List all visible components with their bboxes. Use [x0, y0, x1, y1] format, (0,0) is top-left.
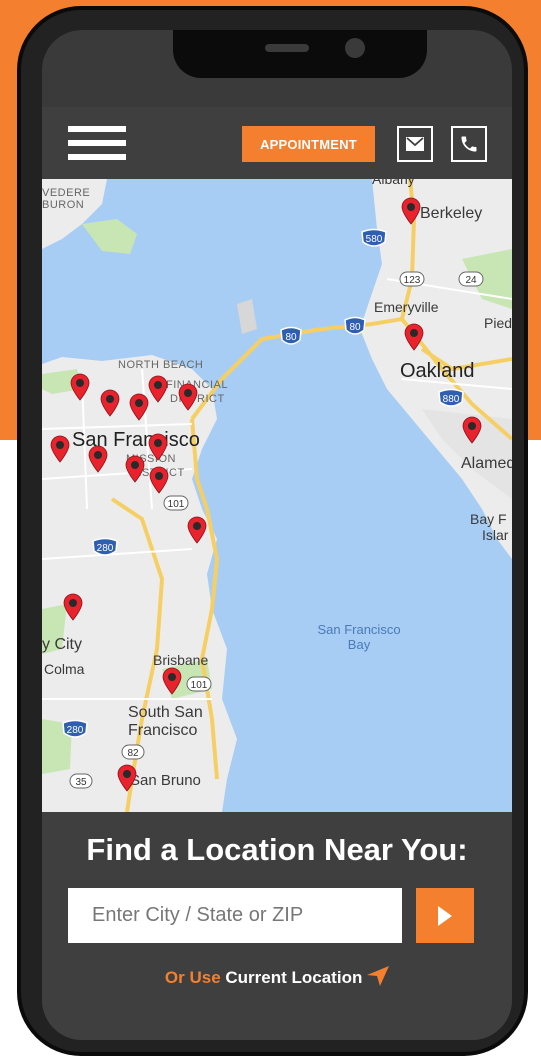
map-label-daly-city: y City	[42, 636, 82, 653]
map-label-albany: Albany	[372, 179, 415, 187]
map-label-sf-bay: San Francisco Bay	[317, 622, 401, 652]
map-pin-icon[interactable]	[129, 393, 149, 421]
map-pin-icon[interactable]	[148, 433, 168, 461]
map-label-south-sf: South San	[128, 704, 203, 721]
state-route-shield-icon: 123	[399, 271, 425, 287]
interstate-shield-icon: 880	[438, 388, 464, 407]
map-pin-icon[interactable]	[117, 764, 137, 792]
hamburger-menu-icon[interactable]	[68, 126, 126, 162]
interstate-shield-icon: 580	[361, 228, 387, 247]
phone-screen: APPOINTMENT VEDERE BURON Albany Berkeley…	[42, 30, 512, 1040]
interstate-shield-icon: 280	[62, 719, 88, 738]
appointment-button[interactable]: APPOINTMENT	[242, 126, 375, 162]
map-pin-icon[interactable]	[462, 416, 482, 444]
svg-text:80: 80	[285, 332, 297, 343]
state-route-shield-icon: 35	[69, 773, 93, 789]
svg-text:580: 580	[366, 234, 383, 245]
map-pin-icon[interactable]	[401, 197, 421, 225]
search-go-button[interactable]	[416, 888, 474, 943]
map-base	[42, 179, 512, 812]
map-label-emeryville: Emeryville	[374, 299, 439, 315]
map-label-brisbane: Brisbane	[153, 652, 209, 668]
svg-text:880: 880	[443, 394, 460, 405]
svg-text:101: 101	[191, 680, 208, 691]
front-camera	[345, 38, 365, 58]
finder-title: Find a Location Near You:	[86, 832, 468, 867]
interstate-shield-icon: 280	[92, 537, 118, 556]
map-label-bay-farm-2: Islar	[482, 527, 509, 543]
phone-notch	[173, 30, 427, 78]
map-pin-icon[interactable]	[100, 389, 120, 417]
play-arrow-icon	[438, 905, 452, 926]
map-label-san-bruno: San Bruno	[130, 772, 201, 789]
map-label-colma: Colma	[44, 661, 85, 677]
svg-text:24: 24	[465, 275, 477, 286]
location-finder: Find a Location Near You: Or Use Current…	[42, 812, 512, 1040]
map-label-buron: BURON	[42, 199, 85, 211]
us-route-shield-icon: 101	[186, 676, 212, 692]
speaker-grille	[265, 44, 309, 52]
map-label-berkeley: Berkeley	[420, 205, 483, 222]
map-label-piedmont: Pied	[484, 315, 512, 331]
use-current-location-link[interactable]: Or Use Current Location	[42, 966, 512, 988]
svg-text:123: 123	[404, 275, 421, 286]
map-pin-icon[interactable]	[149, 466, 169, 494]
envelope-icon	[406, 137, 424, 151]
map-label-north-beach: NORTH BEACH	[118, 359, 204, 371]
location-map[interactable]: VEDERE BURON Albany Berkeley Emeryville …	[42, 179, 512, 812]
map-pin-icon[interactable]	[404, 323, 424, 351]
header-bar: APPOINTMENT	[42, 107, 512, 179]
map-label-alameda: Alamed	[461, 455, 512, 472]
map-pin-icon[interactable]	[88, 445, 108, 473]
map-pin-icon[interactable]	[125, 455, 145, 483]
phone-button[interactable]	[451, 126, 487, 162]
svg-text:80: 80	[349, 322, 361, 333]
map-label-south-sf-2: Francisco	[128, 722, 198, 739]
phone-frame: APPOINTMENT VEDERE BURON Albany Berkeley…	[17, 6, 528, 1056]
map-label-belvedere: VEDERE	[42, 187, 91, 199]
map-pin-icon[interactable]	[178, 383, 198, 411]
map-pin-icon[interactable]	[70, 373, 90, 401]
svg-text:82: 82	[127, 748, 139, 759]
map-pin-icon[interactable]	[187, 516, 207, 544]
map-label-oakland: Oakland	[400, 360, 475, 382]
location-arrow-icon	[367, 966, 390, 986]
map-pin-icon[interactable]	[162, 667, 182, 695]
svg-text:280: 280	[97, 543, 114, 554]
email-button[interactable]	[397, 126, 433, 162]
phone-bezel: APPOINTMENT VEDERE BURON Albany Berkeley…	[21, 10, 524, 1052]
current-location-label: Current Location	[225, 968, 363, 987]
map-label-bay-farm: Bay F	[470, 511, 507, 527]
map-pin-icon[interactable]	[148, 375, 168, 403]
us-route-shield-icon: 101	[163, 495, 189, 511]
svg-text:101: 101	[168, 499, 185, 510]
interstate-shield-icon: 80	[344, 316, 366, 335]
state-route-shield-icon: 82	[121, 744, 145, 760]
or-use-label: Or Use	[164, 968, 221, 987]
phone-icon	[461, 136, 477, 152]
map-pin-icon[interactable]	[50, 435, 70, 463]
location-search-input[interactable]	[68, 888, 402, 943]
state-route-shield-icon: 24	[458, 271, 484, 287]
interstate-shield-icon: 80	[280, 326, 302, 345]
svg-text:35: 35	[75, 777, 87, 788]
svg-text:280: 280	[67, 725, 84, 736]
map-pin-icon[interactable]	[63, 593, 83, 621]
